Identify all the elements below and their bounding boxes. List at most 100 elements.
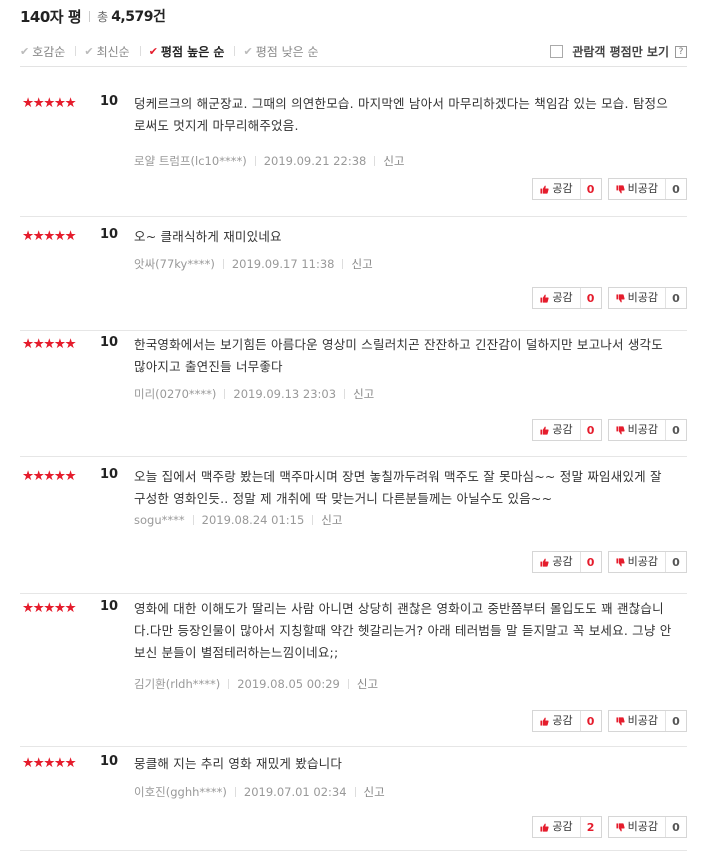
thumbs-down-icon: [616, 425, 625, 434]
like-button[interactable]: 공감 0: [532, 178, 602, 200]
sort-option-label[interactable]: 평점 높은 순: [161, 43, 225, 60]
rating-score: 10: [100, 94, 119, 109]
report-link[interactable]: 신고: [383, 153, 404, 169]
sort-option-1[interactable]: ✔ 호감순: [20, 43, 65, 60]
check-icon: ✔: [148, 44, 158, 58]
dislike-label[interactable]: 비공감: [628, 179, 666, 199]
sort-option-2[interactable]: ✔ 최신순: [84, 43, 129, 60]
review-text: 영화에 대한 이해도가 딸리는 사람 아니면 상당히 괜찮은 영화이고 중반쯤부…: [134, 601, 672, 660]
review-text: 뭉클해 지는 추리 영화 재밌게 봤습니다: [134, 756, 343, 771]
report-link[interactable]: 신고: [353, 386, 374, 402]
like-label[interactable]: 공감: [552, 817, 581, 837]
divider: [192, 515, 194, 525]
review-text: 덩케르크의 해군장교. 그때의 의연한모습. 마지막엔 남아서 마무리하겠다는 …: [134, 96, 668, 133]
star-icon: ★: [53, 95, 66, 111]
like-label[interactable]: 공감: [552, 420, 581, 440]
divider: [224, 389, 226, 399]
star-icon: ★: [53, 228, 66, 244]
like-count: 0: [586, 423, 595, 437]
star-icon: ★: [43, 600, 55, 616]
review-meta: 김기환(rldh****) 2019.08.05 00:29 신고: [134, 676, 378, 692]
sort-options: ✔ 호감순 ✔ 최신순 ✔ 평점 높은 순 ✔ 평점 낮은 순: [20, 43, 325, 60]
star-rating: ★★★★★: [22, 468, 76, 484]
divider: [347, 679, 349, 689]
like-label[interactable]: 공감: [552, 552, 581, 572]
dislike-label[interactable]: 비공감: [628, 711, 666, 731]
like-label[interactable]: 공감: [552, 711, 581, 731]
divider: [254, 156, 256, 166]
review-date: 2019.09.13 23:03: [233, 387, 337, 401]
divider: [312, 515, 314, 525]
dislike-button[interactable]: 비공감 0: [607, 287, 687, 309]
dislike-count: 0: [672, 555, 680, 569]
dislike-count: 0: [672, 291, 680, 305]
total-label: 총: [97, 9, 109, 24]
dislike-label[interactable]: 비공감: [628, 552, 666, 572]
review-author[interactable]: 로얄 트럼프(lc10****): [134, 153, 247, 169]
review-author[interactable]: 앗싸(77ky****): [134, 256, 215, 272]
like-button[interactable]: 공감 0: [532, 710, 602, 732]
like-button[interactable]: 공감 0: [532, 287, 602, 309]
star-icon: ★: [53, 600, 66, 616]
audience-filter-label[interactable]: 관람객 평점만 보기: [572, 43, 669, 60]
like-count: 2: [586, 820, 595, 834]
dislike-button[interactable]: 비공감 0: [607, 419, 687, 441]
sort-option-label[interactable]: 평점 낮은 순: [256, 43, 319, 60]
sort-option-label[interactable]: 최신순: [97, 43, 130, 60]
like-label[interactable]: 공감: [552, 288, 581, 308]
star-icon: ★: [64, 336, 76, 352]
review-date: 2019.09.17 11:38: [231, 257, 335, 271]
star-icon: ★: [32, 755, 45, 771]
review-item: ★★★★★ 10 오~ 클래식하게 재미있네요 앗싸(77ky****) 2019.09…: [20, 227, 687, 331]
sort-divider: [234, 46, 236, 56]
review-date: 2019.08.24 01:15: [201, 513, 305, 527]
audience-filter-checkbox[interactable]: [550, 45, 564, 58]
like-count: 0: [586, 291, 595, 305]
star-icon: ★: [64, 468, 76, 484]
star-icon: ★: [43, 336, 55, 352]
star-icon: ★: [43, 468, 55, 484]
vote-buttons: 공감 0 비공감 0: [532, 419, 687, 441]
thumbs-up-icon: [540, 294, 549, 303]
review-author[interactable]: 미리(0270****): [134, 386, 216, 402]
sort-option-label[interactable]: 호감순: [32, 43, 65, 60]
review-author[interactable]: 이호진(gghh****): [134, 784, 227, 800]
sort-option-3[interactable]: ✔ 평점 높은 순: [149, 43, 225, 60]
review-panel: 140자 평 총 4,579건 ✔ 호감순 ✔ 최신순 ✔ 평점 높은 순 ✔ 평점 낮은 순…: [20, 0, 687, 851]
dislike-label[interactable]: 비공감: [628, 288, 666, 308]
star-icon: ★: [22, 755, 34, 771]
review-author[interactable]: sogu****: [134, 513, 185, 527]
dislike-label[interactable]: 비공감: [628, 420, 666, 440]
review-item: ★★★★★ 10 오늘 집에서 맥주랑 봤는데 맥주마시며 장면 놓칠까두려워 맥주…: [20, 467, 687, 594]
like-button[interactable]: 공감 0: [532, 419, 602, 441]
like-button[interactable]: 공감 2: [532, 816, 602, 838]
review-item: ★★★★★ 10 덩케르크의 해군장교. 그때의 의연한모습. 마지막엔 남아서 마…: [20, 94, 687, 217]
dislike-button[interactable]: 비공감 0: [607, 551, 687, 573]
report-link[interactable]: 신고: [357, 676, 378, 692]
audience-filter[interactable]: 관람객 평점만 보기 ?: [550, 43, 687, 60]
like-button[interactable]: 공감 0: [532, 551, 602, 573]
dislike-count: 0: [672, 714, 680, 728]
report-link[interactable]: 신고: [351, 256, 372, 272]
dislike-button[interactable]: 비공감 0: [607, 178, 687, 200]
dislike-count: 0: [672, 820, 680, 834]
divider: [222, 259, 224, 269]
star-icon: ★: [32, 95, 45, 111]
divider: [89, 10, 91, 22]
dislike-button[interactable]: 비공감 0: [607, 816, 687, 838]
thumbs-down-icon: [616, 822, 625, 831]
like-label[interactable]: 공감: [552, 179, 581, 199]
vote-buttons: 공감 2 비공감 0: [532, 816, 687, 838]
like-count: 0: [586, 714, 595, 728]
sort-option-4[interactable]: ✔ 평점 낮은 순: [243, 43, 318, 60]
help-icon[interactable]: ?: [675, 45, 687, 58]
dislike-button[interactable]: 비공감 0: [607, 710, 687, 732]
check-icon: ✔: [243, 44, 253, 58]
report-link[interactable]: 신고: [321, 512, 342, 528]
vote-buttons: 공감 0 비공감 0: [532, 178, 687, 200]
report-link[interactable]: 신고: [364, 784, 385, 800]
review-date: 2019.08.05 00:29: [237, 677, 340, 691]
dislike-label[interactable]: 비공감: [628, 817, 666, 837]
rating-score: 10: [100, 754, 119, 769]
review-author[interactable]: 김기환(rldh****): [134, 676, 220, 692]
